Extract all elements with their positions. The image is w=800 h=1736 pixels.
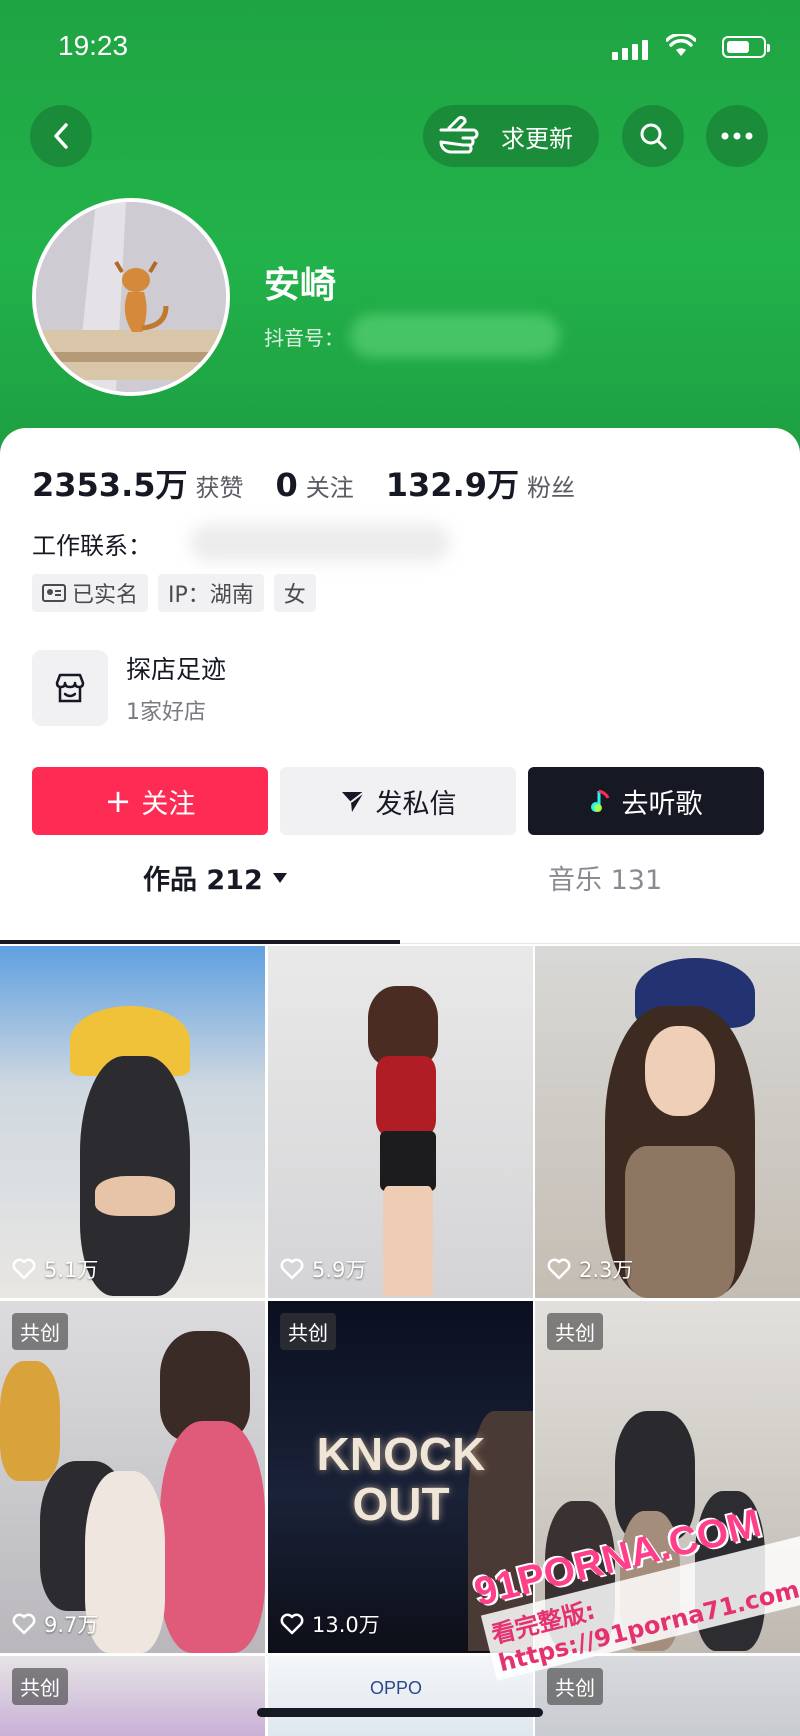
content-tabs: 作品 212 音乐 131 bbox=[0, 858, 800, 918]
store-subtitle: 1家好店 bbox=[126, 700, 206, 725]
video-figure bbox=[160, 1421, 265, 1653]
verified-tag: 已实名 bbox=[32, 574, 149, 612]
douyin-id-redacted bbox=[350, 314, 560, 358]
status-time: 19:23 bbox=[58, 30, 129, 61]
douyin-id-row: 抖音号： bbox=[264, 314, 560, 358]
store-visits-row[interactable]: 探店足迹 1家好店 bbox=[32, 650, 226, 726]
search-button[interactable] bbox=[622, 105, 684, 167]
video-figure bbox=[368, 986, 438, 1066]
video-figure bbox=[0, 1361, 60, 1481]
video-likes-count: 9.7万 bbox=[44, 1613, 99, 1637]
video-tile[interactable]: 2.3万 bbox=[535, 946, 800, 1298]
video-likes-count: 13.0万 bbox=[312, 1613, 380, 1637]
likes-label: 获赞 bbox=[195, 474, 244, 502]
douyin-id-label: 抖音号： bbox=[264, 325, 344, 350]
send-icon bbox=[341, 791, 365, 812]
gender-tag: 女 bbox=[273, 574, 316, 612]
video-likes-count: 5.1万 bbox=[44, 1258, 99, 1282]
more-icon bbox=[721, 132, 753, 140]
id-card-icon bbox=[42, 584, 66, 602]
followers-label: 粉丝 bbox=[527, 474, 575, 502]
following-label: 关注 bbox=[305, 474, 354, 502]
heart-icon bbox=[280, 1258, 304, 1280]
profile-header: 19:23 求更新 安崎 抖音号： bbox=[0, 0, 800, 460]
tab-music[interactable]: 音乐 131 bbox=[548, 858, 662, 897]
ip-tag-label: IP：湖南 bbox=[168, 583, 254, 608]
wifi-icon bbox=[666, 34, 696, 56]
video-likes: 5.1万 bbox=[12, 1254, 98, 1284]
status-bar: 19:23 bbox=[58, 30, 770, 66]
listen-music-button[interactable]: 去听歌 bbox=[528, 767, 764, 835]
video-likes-count: 2.3万 bbox=[579, 1258, 634, 1282]
work-contact-label: 工作联系： bbox=[32, 532, 152, 560]
tab-music-label: 音乐 131 bbox=[548, 865, 663, 896]
signal-icon bbox=[612, 40, 648, 60]
ip-tag: IP：湖南 bbox=[158, 574, 264, 612]
co-creation-badge: 共创 bbox=[280, 1313, 336, 1350]
co-creation-badge: 共创 bbox=[547, 1313, 603, 1350]
work-contact-redacted bbox=[190, 524, 450, 562]
tab-works-label: 作品 212 bbox=[143, 865, 263, 896]
plus-icon: + bbox=[104, 782, 132, 820]
chevron-left-icon bbox=[54, 123, 68, 149]
video-figure bbox=[645, 1026, 715, 1116]
profile-name: 安崎 bbox=[264, 265, 337, 306]
search-icon bbox=[640, 123, 667, 150]
stats-row: 2353.5万 获赞 0 关注 132.9万 粉丝 bbox=[32, 460, 607, 506]
store-icon bbox=[32, 650, 108, 726]
video-tile[interactable]: 5.1万 bbox=[0, 946, 265, 1298]
video-tile[interactable]: 共创 9.7万 bbox=[0, 1301, 265, 1653]
request-update-button[interactable]: 求更新 bbox=[423, 105, 599, 167]
more-button[interactable] bbox=[706, 105, 768, 167]
video-figure bbox=[383, 1186, 433, 1296]
video-likes: 13.0万 bbox=[280, 1609, 380, 1639]
action-buttons: + 关注 发私信 去听歌 bbox=[32, 767, 764, 835]
verified-tag-label: 已实名 bbox=[72, 583, 139, 608]
music-note-icon bbox=[590, 789, 609, 812]
video-figure bbox=[625, 1146, 735, 1298]
heart-icon bbox=[547, 1258, 571, 1280]
back-button[interactable] bbox=[30, 105, 92, 167]
video-figure bbox=[380, 1131, 436, 1191]
video-likes: 9.7万 bbox=[12, 1609, 98, 1639]
tab-active-indicator bbox=[0, 940, 400, 944]
video-tile[interactable]: 共创 bbox=[535, 1656, 800, 1736]
tab-works[interactable]: 作品 212 bbox=[143, 858, 287, 897]
video-likes-count: 5.9万 bbox=[312, 1258, 367, 1282]
gender-tag-label: 女 bbox=[283, 583, 306, 608]
poster-title: OPPO bbox=[370, 1678, 423, 1698]
follow-label: 关注 bbox=[141, 788, 196, 820]
store-title: 探店足迹 bbox=[126, 655, 227, 684]
video-likes: 2.3万 bbox=[547, 1254, 633, 1284]
co-creation-badge: 共创 bbox=[547, 1668, 603, 1705]
following-count[interactable]: 0 bbox=[276, 466, 298, 504]
likes-count[interactable]: 2353.5万 bbox=[32, 460, 188, 506]
profile-tags: 已实名 IP：湖南 女 bbox=[32, 574, 316, 612]
pointing-hand-icon bbox=[439, 115, 479, 154]
avatar[interactable] bbox=[32, 198, 230, 396]
poster-title: KNOCK OUT bbox=[316, 1428, 486, 1530]
video-tile[interactable]: 共创 bbox=[0, 1656, 265, 1736]
listen-music-label: 去听歌 bbox=[621, 788, 703, 820]
co-creation-badge: 共创 bbox=[12, 1313, 68, 1350]
home-indicator[interactable] bbox=[257, 1708, 543, 1717]
video-likes: 5.9万 bbox=[280, 1254, 366, 1284]
avatar-cat-image bbox=[36, 202, 226, 392]
co-creation-badge: 共创 bbox=[12, 1668, 68, 1705]
follow-button[interactable]: + 关注 bbox=[32, 767, 268, 835]
message-button[interactable]: 发私信 bbox=[280, 767, 516, 835]
video-figure bbox=[376, 1056, 436, 1136]
caret-down-icon bbox=[272, 872, 287, 883]
video-tile[interactable]: 5.9万 bbox=[268, 946, 533, 1298]
followers-count[interactable]: 132.9万 bbox=[386, 460, 519, 506]
video-figure bbox=[95, 1176, 175, 1216]
heart-icon bbox=[280, 1613, 304, 1635]
battery-icon bbox=[722, 36, 770, 58]
heart-icon bbox=[12, 1613, 36, 1635]
message-label: 发私信 bbox=[375, 788, 457, 820]
heart-icon bbox=[12, 1258, 36, 1280]
request-update-label: 求更新 bbox=[501, 124, 573, 153]
